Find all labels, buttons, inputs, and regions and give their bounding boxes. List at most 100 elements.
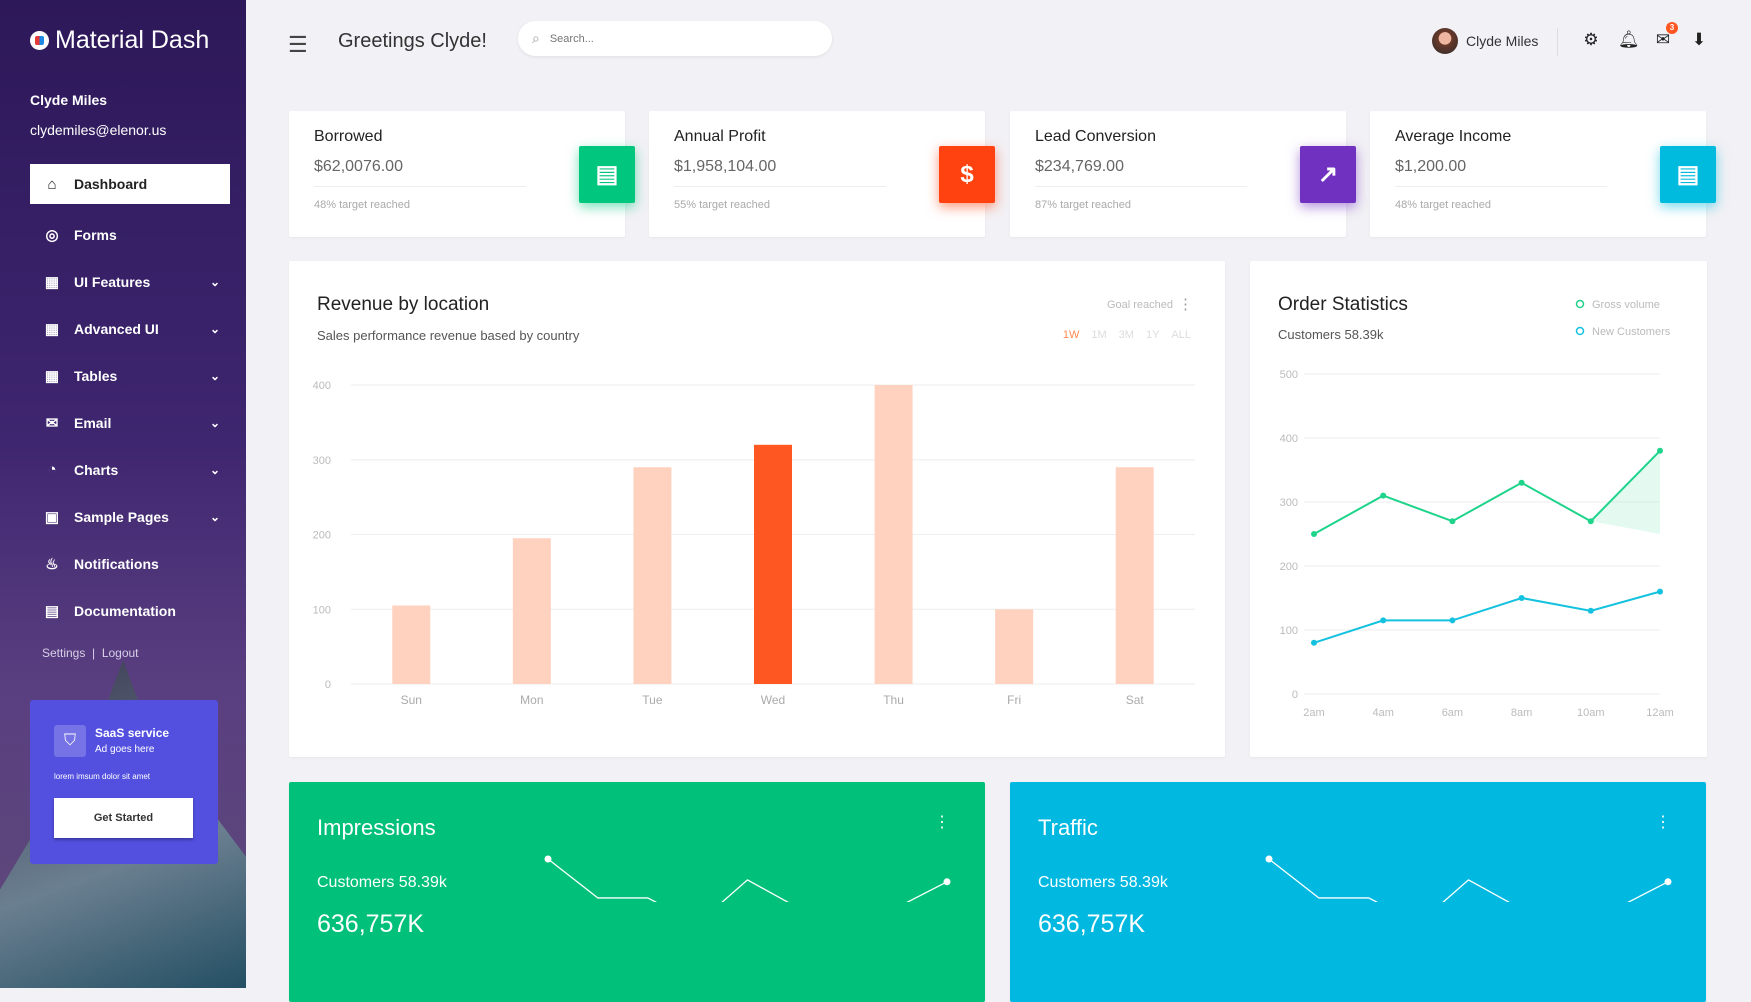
data-point <box>1311 531 1317 537</box>
sidebar-item-label: Dashboard <box>74 176 148 192</box>
data-point <box>1657 588 1663 595</box>
pie-chart-icon: ◔ <box>47 461 57 478</box>
sidebar-item-email[interactable]: ✉ Email ⌄ <box>30 399 230 446</box>
grid-icon: ▦ <box>44 367 60 385</box>
ad-card: ⛉ SaaS service Ad goes here lorem imsum … <box>30 700 218 864</box>
y-tick-label: 0 <box>1292 689 1298 701</box>
stat-label: Annual Profit <box>674 128 766 145</box>
x-tick-label: Fri <box>1007 693 1021 707</box>
bar-Mon <box>512 538 551 684</box>
sidebar: Material Dash Clyde Miles clydemiles@ele… <box>0 0 246 988</box>
card-icon: ▤ <box>1660 146 1716 203</box>
stat-value: $1,958,104.00 <box>674 158 886 187</box>
x-tick-label: 6am <box>1442 707 1463 719</box>
sidebar-item-charts[interactable]: ◔ Charts ⌄ <box>30 446 230 493</box>
avatar <box>1432 28 1458 54</box>
sidebar-item-label: Documentation <box>74 602 176 619</box>
sidebar-item-sample-pages[interactable]: ▣ Sample Pages ⌄ <box>30 493 230 540</box>
mail-icon[interactable]: ✉ 3 <box>1654 22 1678 50</box>
home-icon: ⌂ <box>47 175 57 193</box>
y-tick-label: 200 <box>1280 561 1298 573</box>
sidebar-item-documentation[interactable]: ▤ Documentation <box>30 587 230 634</box>
sidebar-item-notifications[interactable]: ♨ Notifications <box>30 540 230 587</box>
sparkline-path <box>1268 858 1669 902</box>
x-tick-label: Wed <box>761 693 785 707</box>
chevron-down-icon: ⌄ <box>209 368 220 383</box>
stat-label: Lead Conversion <box>1035 128 1156 145</box>
sparkline <box>1265 855 1672 902</box>
y-tick-label: 500 <box>1280 369 1298 381</box>
card-value: 636,757K <box>1038 910 1146 938</box>
sidebar-item-label: UI Features <box>74 273 151 290</box>
revenue-card: Revenue by location Sales performance re… <box>289 261 1225 757</box>
sidebar-item-ui-features[interactable]: ▦ UI Features ⌄ <box>30 258 230 305</box>
user-name: Clyde Miles <box>30 92 108 108</box>
search-icon: ⌕ <box>532 30 540 46</box>
logout-link[interactable]: Logout <box>102 646 139 660</box>
revenue-bar-chart: 0 100 200 300 400 Sun Mon Tue Wed Thu Fri Sat <box>313 380 1195 707</box>
sidebar-item-dashboard[interactable]: ⌂ Dashboard <box>30 164 230 204</box>
x-tick-label: 2am <box>1303 707 1324 719</box>
dashboard-icon: ▦ <box>44 273 60 291</box>
x-tick-label: Mon <box>520 693 543 707</box>
data-point <box>1587 607 1594 614</box>
stat-subtext: 87% target reached <box>1035 199 1132 211</box>
order-line-chart: 0 100 200 300 400 500 2am 4am 6am 8am 10am 12am Gros… <box>1280 299 1674 719</box>
stat-label: Borrowed <box>314 128 383 145</box>
x-tick-label: 4am <box>1372 707 1393 719</box>
x-tick-label: Thu <box>883 693 904 707</box>
chevron-down-icon: ⌄ <box>209 415 220 430</box>
bell-icon[interactable]: 🔔︎ <box>1618 30 1640 50</box>
y-tick-label: 100 <box>313 604 331 616</box>
x-tick-label: Sat <box>1126 693 1145 707</box>
stat-card: Average Income $1,200.00 48% target reache… <box>1370 111 1716 237</box>
gear-icon[interactable]: ⚙ <box>1582 30 1600 50</box>
shield-icon: ⛉ <box>54 725 86 757</box>
app-name: Material Dash <box>55 26 210 54</box>
user-email: clydemiles@elenor.us <box>30 122 167 138</box>
forms-icon: ◎ <box>45 226 59 244</box>
logo-icon <box>30 31 49 50</box>
bar-Sat <box>1115 467 1154 684</box>
menu-icon[interactable]: ☰ <box>288 32 308 58</box>
x-tick-label: 10am <box>1577 707 1605 719</box>
logo[interactable]: Material Dash <box>30 26 209 55</box>
data-point <box>1587 518 1594 525</box>
series-line-1 <box>1313 590 1661 644</box>
page-title: Greetings Clyde! <box>338 30 487 52</box>
stat-value: $62,0076.00 <box>314 158 526 187</box>
sparkline <box>544 855 951 902</box>
sidebar-item-label: Sample Pages <box>74 508 169 525</box>
bar-Tue <box>633 467 672 684</box>
trending-up-icon: ↗ <box>1300 146 1356 203</box>
sidebar-item-forms[interactable]: ◎ Forms <box>30 211 230 258</box>
header: ☰ Greetings Clyde! ⌕ Clyde Miles ⚙ 🔔︎ ✉3… <box>246 0 1751 84</box>
stat-card: Borrowed $62,0076.00 48% target reached ▤ <box>289 111 635 237</box>
order-statistics-card: Order Statistics Customers 58.39k 0 100 20… <box>1250 261 1707 757</box>
get-started-button[interactable]: Get Started <box>54 798 193 838</box>
search-bar[interactable]: ⌕ <box>518 21 832 56</box>
sidebar-item-tables[interactable]: ▦ Tables ⌄ <box>30 352 230 399</box>
ad-title: SaaS service <box>95 726 170 740</box>
sparkline-path <box>547 858 948 902</box>
legend-label: Gross volume <box>1592 299 1660 311</box>
data-point <box>1664 878 1672 886</box>
legend-label: New Customers <box>1592 326 1671 338</box>
x-tick-label: Tue <box>642 693 663 707</box>
settings-link[interactable]: Settings <box>42 646 85 660</box>
bell-icon: ♨ <box>45 555 59 573</box>
sidebar-item-advanced-ui[interactable]: ▦ Advanced UI ⌄ <box>30 305 230 352</box>
download-icon[interactable]: ⬇ <box>1690 30 1708 50</box>
dollar-icon: $ <box>939 146 995 203</box>
bar-Sun <box>392 605 431 684</box>
x-tick-label: 8am <box>1511 707 1532 719</box>
search-input[interactable] <box>549 32 800 45</box>
user-menu[interactable]: Clyde Miles <box>1432 28 1538 54</box>
stat-subtext: 55% target reached <box>674 199 771 211</box>
chevron-down-icon: ⌄ <box>209 462 220 477</box>
data-point <box>1449 518 1456 525</box>
sidebar-item-label: Charts <box>74 461 119 478</box>
y-tick-label: 100 <box>1280 625 1298 637</box>
header-user-name: Clyde Miles <box>1466 33 1539 49</box>
sidebar-item-label: Advanced UI <box>74 320 159 337</box>
